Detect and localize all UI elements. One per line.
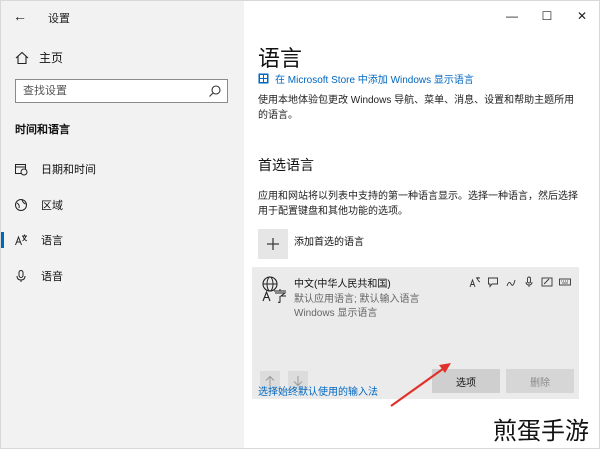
microphone-feature-icon — [521, 275, 537, 289]
search-icon[interactable] — [208, 84, 222, 98]
sidebar: 主页 时间和语言 日期和时间 — [1, 1, 244, 448]
preferred-languages-heading: 首选语言 — [258, 157, 314, 173]
sidebar-item-label: 日期和时间 — [41, 164, 96, 176]
remove-button[interactable]: 删除 — [506, 369, 574, 393]
page-description: 使用本地体验包更改 Windows 导航、菜单、消息、设置和帮助主题所用的语言。 — [258, 95, 575, 121]
sidebar-item-label: 区域 — [41, 200, 63, 212]
store-icon — [258, 73, 269, 84]
watermark-logo: 煎蛋手游 — [483, 408, 599, 448]
title-bar: ← 设置 — ☐ ✕ — [1, 1, 599, 31]
add-language-label: 添加首选的语言 — [294, 237, 364, 248]
language-feature-icons — [465, 275, 573, 289]
handwriting-icon — [503, 275, 519, 289]
language-subtitle-defaults: 默认应用语言; 默认输入语言 — [294, 294, 420, 305]
language-icon — [1, 233, 41, 247]
minimize-button[interactable]: — — [501, 6, 523, 26]
options-button[interactable]: 选项 — [432, 369, 500, 393]
window-title: 设置 — [48, 13, 70, 25]
sidebar-item-language[interactable]: 语言 — [1, 225, 244, 255]
store-link-label: 在 Microsoft Store 中添加 Windows 显示语言 — [275, 75, 474, 86]
plus-icon — [258, 229, 288, 259]
add-language-button[interactable]: 添加首选的语言 — [258, 229, 364, 259]
calendar-clock-icon — [1, 162, 41, 176]
home-icon — [15, 51, 29, 64]
sidebar-item-date-time[interactable]: 日期和时间 — [1, 154, 244, 184]
keyboard-icon — [557, 275, 573, 289]
close-button[interactable]: ✕ — [571, 6, 593, 26]
page-title: 语言 — [258, 46, 303, 71]
globe-icon — [1, 198, 41, 212]
store-link[interactable]: 在 Microsoft Store 中添加 Windows 显示语言 — [258, 71, 474, 86]
sidebar-item-region[interactable]: 区域 — [1, 190, 244, 220]
sidebar-item-label: 语音 — [41, 271, 63, 283]
input-method-link[interactable]: 选择始终默认使用的输入法 — [258, 383, 378, 398]
language-card-chinese[interactable]: 中文(中华人民共和国) 默认应用语言; 默认输入语言 Windows 显示语言 — [252, 267, 579, 399]
speech-bubble-icon — [485, 275, 501, 289]
search-input[interactable] — [16, 80, 203, 102]
maximize-button[interactable]: ☐ — [536, 6, 558, 26]
edit-icon — [539, 275, 555, 289]
language-name: 中文(中华人民共和国) — [294, 279, 391, 290]
sidebar-home-label: 主页 — [39, 51, 64, 65]
language-glyph-icon — [262, 276, 287, 303]
preferred-languages-description: 应用和网站将以列表中支持的第一种语言显示。选择一种语言，然后选择用于配置键盘和其… — [258, 191, 578, 217]
language-subtitle-display: Windows 显示语言 — [294, 308, 378, 319]
main-content: 语言 在 Microsoft Store 中添加 Windows 显示语言 使用… — [244, 31, 599, 448]
back-arrow-icon: ← — [13, 8, 27, 24]
sidebar-item-label: 语言 — [41, 235, 63, 247]
settings-window: 主页 时间和语言 日期和时间 — [0, 0, 600, 449]
sidebar-item-speech[interactable]: 语音 — [1, 261, 244, 291]
search-box[interactable] — [15, 79, 228, 103]
microphone-icon — [1, 269, 41, 283]
sidebar-section-title: 时间和语言 — [15, 124, 70, 136]
text-language-icon — [467, 275, 483, 289]
sidebar-item-home[interactable]: 主页 — [15, 49, 63, 66]
back-button[interactable]: ← — [11, 7, 29, 25]
